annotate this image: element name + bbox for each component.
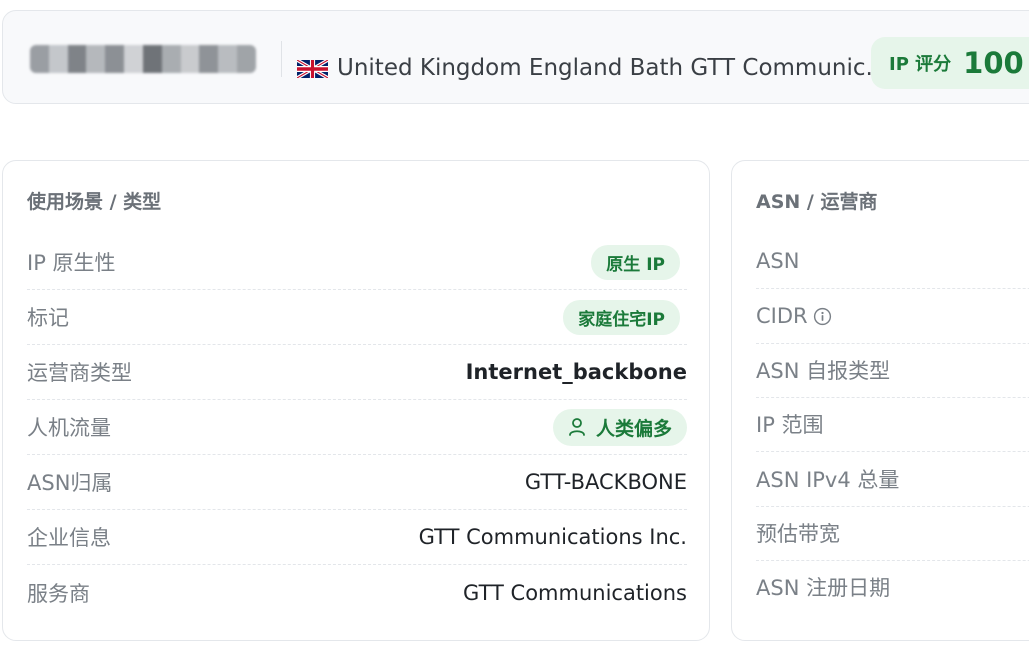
company-info-value: GTT Communications Inc. <box>418 525 687 549</box>
row-label: 预估带宽 <box>756 522 840 546</box>
native-ip-badge: 原生 IP <box>591 244 680 280</box>
row-asn-self-report-type: ASN 自报类型 <box>756 343 1029 398</box>
ip-score-label: IP 评分 <box>889 54 952 75</box>
row-label: 服务商 <box>27 581 90 606</box>
row-label: 标记 <box>27 306 69 330</box>
ip-location-text: United Kingdom England Bath GTT Communic… <box>337 55 888 81</box>
provider-value: GTT Communications <box>463 580 687 605</box>
row-label: IP 原生性 <box>27 251 116 275</box>
ip-score-badge: IP 评分 100 <box>871 37 1029 89</box>
row-asn-registration-date: ASN 注册日期 <box>756 559 1029 614</box>
uk-flag-icon <box>297 60 328 78</box>
row-label: ASN归属 <box>27 471 113 495</box>
row-asn: ASN <box>756 234 1029 289</box>
row-company-info: 企业信息 GTT Communications Inc. <box>27 510 687 565</box>
traffic-badge: 人类偏多 <box>552 408 687 446</box>
row-label: 运营商类型 <box>27 361 132 385</box>
row-label: CIDR <box>756 304 832 328</box>
usage-type-card: 使用场景 / 类型 IP 原生性 原生 IP 标记 家庭住宅IP 运营商类型 I… <box>2 160 710 641</box>
asn-card-title: ASN / 运营商 <box>756 191 878 213</box>
row-estimated-bandwidth: 预估带宽 <box>756 506 1029 561</box>
row-asn-owner: ASN归属 GTT-BACKBONE <box>27 455 687 510</box>
row-label: ASN <box>756 249 800 273</box>
person-icon <box>569 418 585 436</box>
row-provider: 服务商 GTT Communications <box>27 565 687 620</box>
asn-carrier-card: ASN / 运营商 ASN CIDR ASN 自报类型 IP 范围 ASN IP… <box>731 160 1029 641</box>
ip-summary-header: United Kingdom England Bath GTT Communic… <box>2 10 1029 104</box>
cidr-label: CIDR <box>756 304 808 328</box>
row-label: ASN 注册日期 <box>756 575 891 600</box>
row-asn-ipv4-total: ASN IPv4 总量 <box>756 452 1029 507</box>
traffic-badge-label: 人类偏多 <box>595 417 672 440</box>
row-cidr: CIDR <box>756 289 1029 344</box>
carrier-type-value: Internet_backbone <box>465 360 687 384</box>
ip-address-redacted <box>30 45 256 73</box>
row-human-bot-traffic: 人机流量 人类偏多 <box>27 400 687 455</box>
header-divider <box>281 41 282 77</box>
row-label: 人机流量 <box>27 416 111 440</box>
row-label: 企业信息 <box>27 526 111 550</box>
row-ip-nativity: IP 原生性 原生 IP <box>27 235 687 290</box>
usage-card-title: 使用场景 / 类型 <box>27 191 162 213</box>
ip-score-value: 100 <box>963 46 1024 80</box>
row-ip-range: IP 范围 <box>756 397 1029 452</box>
row-carrier-type: 运营商类型 Internet_backbone <box>27 345 687 400</box>
residential-ip-badge: 家庭住宅IP <box>563 299 680 335</box>
info-icon[interactable] <box>813 307 832 326</box>
row-label: IP 范围 <box>756 413 824 437</box>
asn-owner-value: GTT-BACKBONE <box>524 470 687 494</box>
row-label: ASN 自报类型 <box>756 359 891 383</box>
row-label: ASN IPv4 总量 <box>756 468 900 492</box>
row-tag: 标记 家庭住宅IP <box>27 290 687 345</box>
